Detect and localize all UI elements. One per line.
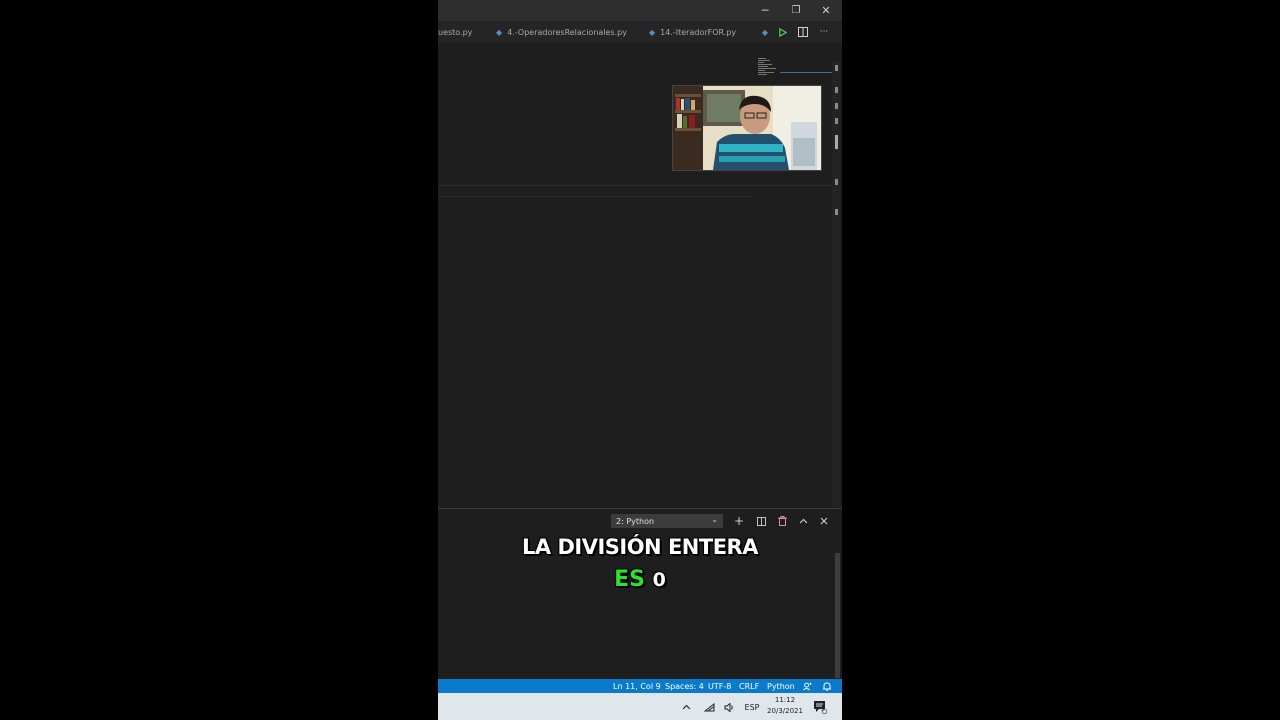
show-hidden-icons-icon[interactable] xyxy=(680,701,692,713)
more-icon[interactable]: ··· xyxy=(816,24,832,40)
tab-operadores-relacionales[interactable]: ◆ 4.-OperadoresRelacionales.py xyxy=(496,21,627,43)
python-file-icon: ◆ xyxy=(496,27,503,37)
indentation-status[interactable]: Spaces: 4 xyxy=(665,679,704,693)
maximize-panel-icon[interactable] xyxy=(796,514,810,528)
python-file-icon: ◆ xyxy=(649,27,656,37)
code-editor[interactable] xyxy=(438,43,842,508)
language-mode[interactable]: Python xyxy=(767,679,795,693)
caption-line-2: ES 0 xyxy=(438,567,842,592)
tab-iterador-for[interactable]: ◆ 14.-IteradorFOR.py xyxy=(649,21,736,43)
trash-icon[interactable] xyxy=(775,514,789,528)
eol-status[interactable]: CRLF xyxy=(739,679,759,693)
title-bar: ─ ❐ ✕ xyxy=(438,0,842,21)
tab-label: uesto.py xyxy=(438,27,473,37)
run-icon[interactable] xyxy=(774,24,790,40)
python-file-icon[interactable]: ◆ xyxy=(757,24,773,40)
chevron-down-icon: ⌄ xyxy=(711,515,718,524)
minimize-button[interactable]: ─ xyxy=(750,0,780,21)
tab-label: 14.-IteradorFOR.py xyxy=(660,27,737,37)
editor-divider xyxy=(438,196,752,197)
feedback-icon[interactable] xyxy=(803,679,812,693)
restore-button[interactable]: ❐ xyxy=(781,0,811,21)
minimap[interactable] xyxy=(756,57,832,79)
wifi-icon[interactable] xyxy=(702,701,716,713)
editor-divider xyxy=(438,185,832,186)
editor-tab-bar: uesto.py ◆ 4.-OperadoresRelacionales.py … xyxy=(438,21,842,43)
vscode-window: ─ ❐ ✕ uesto.py ◆ 4.-OperadoresRelacional… xyxy=(438,0,842,720)
caption-rest: 0 xyxy=(652,569,666,591)
notifications-bell-icon[interactable] xyxy=(823,679,831,693)
caption-highlight-word: ES xyxy=(614,567,645,592)
add-terminal-icon[interactable]: + xyxy=(732,514,746,528)
webcam-overlay xyxy=(672,85,822,171)
cursor-position[interactable]: Ln 11, Col 9 xyxy=(613,679,661,693)
terminal-panel: 2: Python ⌄ + LA DIVISIÓN ENTERA ES 0 xyxy=(438,508,842,680)
input-language[interactable]: ESP xyxy=(742,701,762,713)
clock-date[interactable]: 20/3/2021 xyxy=(764,707,806,715)
tab-file[interactable]: uesto.py xyxy=(438,21,472,43)
windows-taskbar: ESP 11:12 20/3/2021 5 xyxy=(438,693,842,720)
split-editor-icon[interactable] xyxy=(795,24,811,40)
caption-line-1: LA DIVISIÓN ENTERA xyxy=(522,535,758,559)
tab-label: 4.-OperadoresRelacionales.py xyxy=(507,27,627,37)
clock-time[interactable]: 11:12 xyxy=(764,696,806,704)
terminal-select[interactable]: 2: Python ⌄ xyxy=(611,514,723,528)
terminal-select-value: 2: Python xyxy=(616,516,655,526)
volume-icon[interactable] xyxy=(722,701,736,713)
split-terminal-icon[interactable] xyxy=(754,514,768,528)
close-window-button[interactable]: ✕ xyxy=(811,0,841,21)
encoding-status[interactable]: UTF-8 xyxy=(708,679,731,693)
close-panel-icon[interactable] xyxy=(817,514,831,528)
webcam-feed-image xyxy=(673,86,821,170)
status-bar: Ln 11, Col 9 Spaces: 4 UTF-8 CRLF Python xyxy=(438,679,842,693)
action-center-icon[interactable]: 5 xyxy=(812,699,828,715)
editor-scrollbar[interactable] xyxy=(832,61,840,507)
notification-count: 5 xyxy=(821,707,825,713)
